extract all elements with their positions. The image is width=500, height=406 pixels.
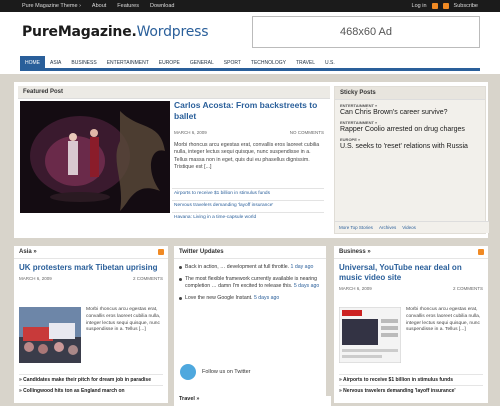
tweet: The most flexible framework currently av…: [179, 276, 321, 290]
login-link[interactable]: Log in: [412, 3, 427, 9]
business-date: MARCH 6, 2009: [339, 286, 372, 291]
business-meta: MARCH 6, 2009 2 COMMENTS: [339, 286, 483, 291]
asia-meta: MARCH 6, 2009 2 COMMENTS: [19, 276, 163, 281]
asia-link-text: Candidates make their pitch for dream jo…: [23, 377, 151, 383]
nav-item-technology[interactable]: TECHNOLOGY: [246, 56, 291, 68]
featured-date: MARCH 6, 2009: [174, 130, 207, 135]
asia-image[interactable]: [19, 307, 81, 363]
featured-link[interactable]: Nervous travelers demanding 'layoff insu…: [172, 200, 324, 212]
asia-links: » Candidates make their pitch for dream …: [19, 374, 163, 396]
nav-item-entertainment[interactable]: ENTERTAINMENT: [102, 56, 154, 68]
sticky-posts: Sticky Posts ENTERTAINMENT » Can Chris B…: [334, 86, 489, 234]
twitter-bird-icon: [180, 364, 196, 380]
bullet-icon: [179, 297, 182, 300]
twitter-heading: Twitter Updates: [174, 246, 326, 259]
subscribe-link[interactable]: Subscribe: [454, 3, 478, 9]
sticky-title[interactable]: Can Chris Brown's career survive?: [340, 108, 480, 117]
business-title[interactable]: Universal, YouTube near deal on music vi…: [339, 263, 483, 283]
rss-icon[interactable]: [431, 3, 438, 9]
top-link-theme[interactable]: Pure Magazine Theme ›: [22, 3, 81, 9]
featured-meta: MARCH 6, 2009 NO COMMENTS: [174, 130, 324, 135]
nav-item-us[interactable]: U.S.: [320, 56, 340, 68]
featured-links: Airports to receive $1 billion in stimul…: [172, 188, 324, 224]
youtube-screenshot: [338, 306, 402, 364]
sticky-heading: Sticky Posts: [335, 87, 485, 100]
top-link-about[interactable]: About: [92, 3, 106, 9]
asia-heading-label: Asia »: [19, 249, 37, 255]
asia-link-text: Collingwood hits ton as England march on: [23, 388, 125, 394]
rss-icon[interactable]: [158, 249, 164, 255]
sticky-footer: More Top Stories Archives Videos: [335, 221, 489, 233]
nav-item-business[interactable]: BUSINESS: [66, 56, 101, 68]
featured-image[interactable]: [20, 101, 170, 213]
travel-heading[interactable]: Travel »: [174, 396, 331, 406]
tweet-time[interactable]: 5 days ago: [254, 295, 279, 301]
business-column: Business » Universal, YouTube near deal …: [334, 246, 488, 403]
ballet-photo: [20, 101, 170, 213]
tweet-text: Back in action, … development at full th…: [185, 264, 290, 270]
business-link-text: Nervous travelers demanding 'layoff insu…: [343, 388, 456, 394]
business-links: » Airports to receive $1 billion in stim…: [339, 374, 483, 396]
asia-date: MARCH 6, 2009: [19, 276, 52, 281]
business-heading-label: Business »: [339, 249, 371, 255]
featured-link[interactable]: Havana: Living in a time-capsule world: [172, 212, 324, 224]
business-excerpt: Morbi rhoncus arcu egestas erat, convall…: [406, 307, 481, 333]
bullet-icon: [179, 278, 182, 281]
site-logo[interactable]: PureMagazine.Wordpress: [22, 24, 209, 40]
top-link-download[interactable]: Download: [150, 3, 174, 9]
more-top-stories-link[interactable]: More Top Stories: [339, 222, 373, 233]
nav-item-asia[interactable]: ASIA: [45, 56, 66, 68]
asia-column: Asia » UK protesters mark Tibetan uprisi…: [14, 246, 168, 403]
sticky-title[interactable]: Rapper Coolio arrested on drug charges: [340, 125, 480, 134]
follow-label: Follow us on Twitter: [202, 369, 251, 375]
rss-icon[interactable]: [442, 3, 449, 9]
bullet-icon: [179, 266, 182, 269]
archives-link[interactable]: Archives: [379, 222, 396, 233]
asia-link[interactable]: » Candidates make their pitch for dream …: [19, 374, 163, 385]
top-link-features[interactable]: Features: [117, 3, 139, 9]
nav-underline: [20, 68, 480, 71]
tweet-text: Love the new Google Instant.: [185, 295, 253, 301]
tweet-time[interactable]: 5 days ago: [294, 283, 319, 289]
asia-comments[interactable]: 2 COMMENTS: [133, 276, 163, 281]
nav-item-sport[interactable]: SPORT: [219, 56, 246, 68]
main-nav: HOME ASIA BUSINESS ENTERTAINMENT EUROPE …: [20, 56, 480, 68]
asia-heading[interactable]: Asia »: [14, 246, 168, 259]
business-link[interactable]: » Nervous travelers demanding 'layoff in…: [339, 385, 483, 396]
asia-title[interactable]: UK protesters mark Tibetan uprising: [19, 263, 163, 273]
featured-comments[interactable]: NO COMMENTS: [290, 130, 324, 135]
sticky-item: EUROPE » U.S. seeks to 'reset' relations…: [340, 137, 480, 151]
business-comments[interactable]: 2 COMMENTS: [453, 286, 483, 291]
business-link[interactable]: » Airports to receive $1 billion in stim…: [339, 374, 483, 385]
tweet: Love the new Google Instant. 5 days ago: [179, 295, 321, 302]
nav-item-home[interactable]: HOME: [20, 56, 45, 68]
nav-item-europe[interactable]: EUROPE: [154, 56, 185, 68]
protest-photo: [19, 307, 81, 363]
logo-accent: Wordpress: [136, 24, 209, 40]
business-image[interactable]: [338, 306, 402, 364]
rss-icon[interactable]: [478, 249, 484, 255]
twitter-updates: Twitter Updates Back in action, … develo…: [174, 246, 326, 403]
follow-twitter[interactable]: Follow us on Twitter: [180, 364, 251, 380]
business-link-text: Airports to receive $1 billion in stimul…: [342, 377, 454, 383]
videos-link[interactable]: Videos: [402, 222, 416, 233]
tweet: Back in action, … development at full th…: [179, 264, 321, 271]
sticky-item: ENTERTAINMENT » Rapper Coolio arrested o…: [340, 120, 480, 134]
featured-post: Featured Post Carlos Acosta: From backst…: [18, 86, 330, 232]
tweet-time[interactable]: 1 day ago: [291, 264, 314, 270]
asia-excerpt: Morbi rhoncus arcu egestas erat, convall…: [86, 307, 161, 333]
logo-main: PureMagazine.: [22, 24, 137, 40]
sticky-item: ENTERTAINMENT » Can Chris Brown's career…: [340, 103, 480, 117]
business-heading[interactable]: Business »: [334, 246, 488, 259]
asia-link[interactable]: » Collingwood hits ton as England march …: [19, 385, 163, 396]
featured-title[interactable]: Carlos Acosta: From backstreets to balle…: [174, 100, 330, 122]
nav-item-general[interactable]: GENERAL: [185, 56, 219, 68]
sticky-title[interactable]: U.S. seeks to 'reset' relations with Rus…: [340, 142, 480, 151]
featured-link[interactable]: Airports to receive $1 billion in stimul…: [172, 188, 324, 200]
top-bar: Pure Magazine Theme › About Features Dow…: [0, 0, 500, 12]
nav-item-travel[interactable]: TRAVEL: [291, 56, 320, 68]
featured-excerpt: Morbi rhoncus arcu egestas erat, convall…: [174, 142, 320, 170]
ad-banner[interactable]: 468x60 Ad: [252, 16, 480, 48]
featured-heading: Featured Post: [18, 86, 330, 99]
